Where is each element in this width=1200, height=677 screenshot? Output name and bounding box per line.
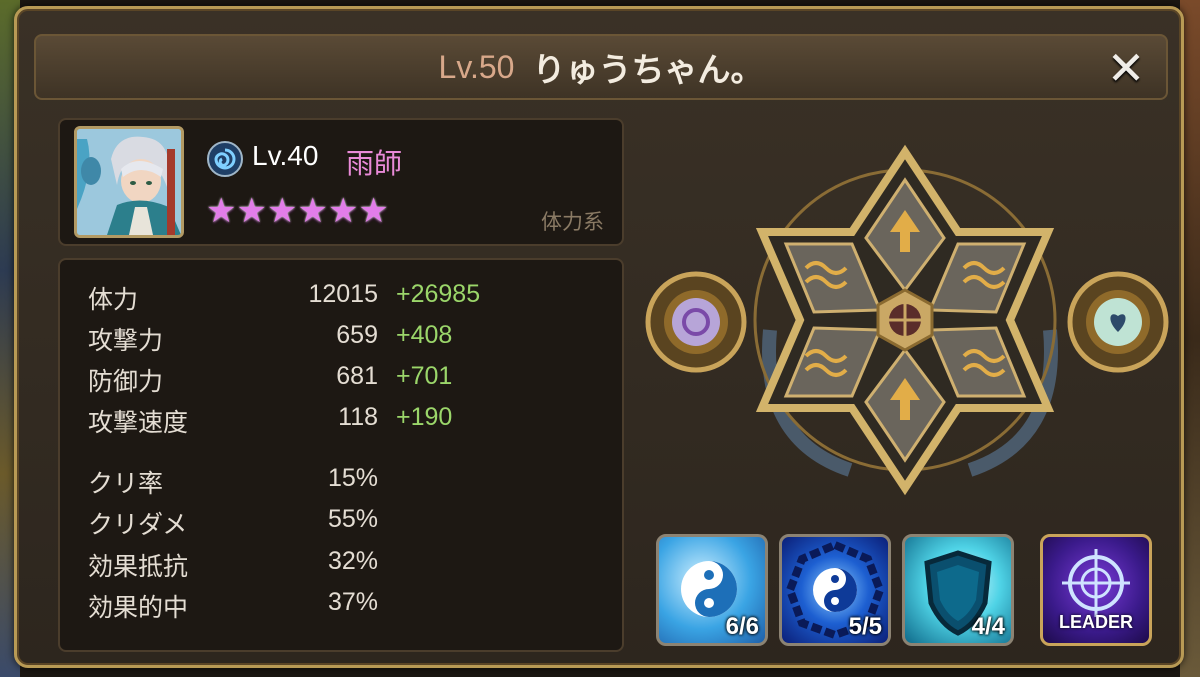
stat-base: 118	[338, 403, 378, 431]
stat-row-resistance: 効果抵抗 32%	[88, 547, 608, 583]
stat-label: 効果抵抗	[88, 552, 189, 581]
player-level: Lv.50	[438, 48, 515, 85]
leader-skill[interactable]: LEADER	[1040, 534, 1152, 646]
artifact-slot-right[interactable]	[1067, 271, 1169, 373]
water-swirl-icon	[206, 140, 244, 178]
stat-row-hp: 体力 12015 +26985	[88, 280, 608, 316]
stat-base: 659	[336, 321, 378, 349]
close-icon[interactable]: ✕	[1104, 45, 1148, 91]
stat-row-defense: 防御力 681 +701	[88, 362, 608, 398]
star-icon: ★	[297, 191, 328, 231]
skill-level: 4/4	[971, 613, 1005, 640]
artifact-slot-left[interactable]	[645, 271, 747, 373]
stat-row-attack: 攻撃力 659 +408	[88, 321, 608, 357]
stat-bonus: +26985	[396, 280, 481, 308]
stat-bonus: +408	[396, 321, 453, 349]
stat-label: クリダメ	[88, 510, 188, 539]
monster-type: 体力系	[541, 210, 604, 234]
skill-2[interactable]: 5/5	[779, 534, 891, 646]
stat-base: 15%	[327, 464, 378, 492]
stat-label: 攻撃力	[88, 326, 164, 355]
rune-center-emblem	[876, 288, 934, 352]
stat-base: 37%	[327, 588, 378, 616]
stat-base: 681	[336, 362, 378, 390]
star-rating: ★ ★ ★ ★ ★ ★	[206, 194, 389, 228]
skill-3[interactable]: 4/4	[902, 534, 1014, 646]
stat-row-speed: 攻撃速度 118 +190	[88, 403, 608, 439]
leader-label: LEADER	[1058, 612, 1133, 632]
stat-label: 防御力	[88, 367, 164, 396]
skill-level: 5/5	[848, 613, 882, 640]
monster-level: Lv.40	[252, 140, 319, 171]
stat-bonus: +701	[396, 362, 453, 390]
stat-row-accuracy: 効果的中 37%	[88, 588, 608, 624]
monster-summary: Lv.40 雨師 ★ ★ ★ ★ ★ ★ 体力系	[58, 118, 624, 246]
stat-row-crit-rate: クリ率 15%	[88, 464, 608, 500]
star-icon: ★	[236, 191, 267, 231]
stat-row-crit-damage: クリダメ 55%	[88, 505, 608, 541]
rune-board	[640, 140, 1180, 520]
title-bar: Lv.50 りゅうちゃん。 ✕	[34, 34, 1168, 100]
stat-base: 32%	[327, 547, 378, 575]
star-icon: ★	[206, 191, 237, 231]
stats-panel: 体力 12015 +26985 攻撃力 659 +408 防御力 681 +70…	[58, 258, 624, 652]
star-icon: ★	[358, 191, 389, 231]
stat-label: 攻撃速度	[88, 408, 189, 437]
skill-level: 6/6	[725, 613, 759, 640]
monster-portrait[interactable]	[74, 126, 184, 238]
star-icon: ★	[327, 191, 359, 231]
stat-bonus: +190	[396, 403, 453, 431]
player-name: りゅうちゃん。	[532, 50, 764, 89]
star-icon: ★	[266, 191, 298, 231]
stat-label: クリ率	[88, 469, 164, 498]
monster-name: 雨師	[346, 147, 403, 180]
stat-label: 効果的中	[88, 593, 189, 622]
skill-1[interactable]: 6/6	[656, 534, 768, 646]
stat-base: 55%	[327, 505, 378, 533]
stat-base: 12015	[308, 280, 378, 308]
stat-label: 体力	[88, 285, 139, 314]
